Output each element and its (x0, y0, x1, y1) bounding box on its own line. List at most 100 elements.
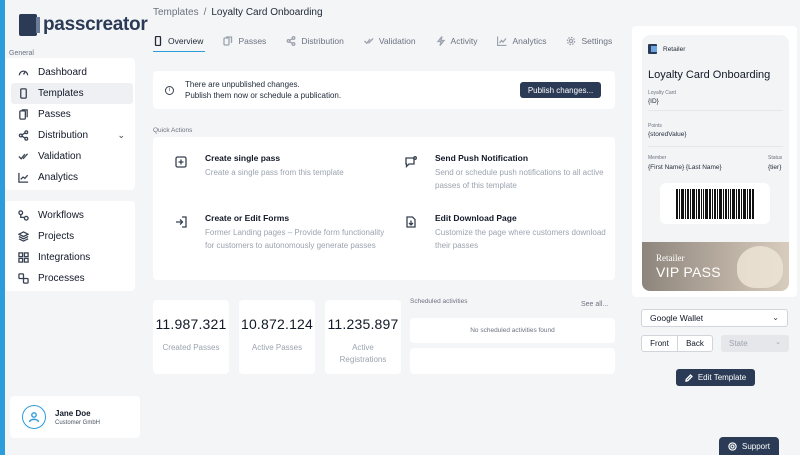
sidebar-item-templates[interactable]: Templates (11, 83, 133, 104)
strip-retailer-text: Retailer (656, 253, 685, 263)
login-icon (176, 216, 187, 228)
action-title: Create single pass (205, 153, 281, 163)
tab-label: Validation (378, 36, 416, 46)
pass-field-label: Loyalty Card (648, 90, 677, 96)
pass-member-value: {First Name} {Last Name} (648, 164, 722, 171)
stat-value: 11.987.321 (155, 316, 227, 332)
front-button[interactable]: Front (641, 335, 678, 352)
publish-changes-button[interactable]: Publish changes... (520, 82, 601, 98)
chevron-down-icon: ⌄ (772, 313, 779, 322)
tab-activity[interactable]: Activity (436, 30, 498, 52)
tab-label: Distribution (301, 36, 344, 46)
brand[interactable]: passcreator (19, 12, 148, 38)
breadcrumb: Templates / Loyalty Card Onboarding (153, 7, 323, 18)
stat-label: Active Passes (251, 343, 303, 352)
tab-passes[interactable]: Passes (223, 30, 286, 52)
strip-vip-text: VIP PASS (656, 264, 721, 280)
quick-actions-card: Create single pass Create a single pass … (153, 137, 615, 280)
tab-label: Overview (168, 36, 204, 46)
sidebar-item-projects[interactable]: Projects (11, 226, 133, 247)
support-button[interactable]: Support (719, 437, 779, 455)
pass-status-label: Status (768, 155, 783, 161)
action-description: Former Landing pages – Provide form func… (205, 228, 385, 250)
action-description: Customize the page where customers downl… (435, 228, 606, 250)
nav-group-main: Dashboard Templates Passes Distribution … (5, 58, 135, 190)
sidebar-item-dashboard[interactable]: Dashboard (11, 62, 133, 83)
strip-decoration (737, 246, 783, 288)
sidebar-item-label: Dashboard (38, 67, 87, 78)
scheduled-activities-label: Scheduled activities (410, 298, 468, 305)
tab-label: Settings (581, 36, 613, 46)
tab-settings[interactable]: Settings (566, 30, 632, 52)
pass-strip-image: Retailer VIP PASS (642, 242, 789, 291)
info-icon: i (165, 85, 174, 95)
stat-value: 11.235.897 (327, 316, 399, 332)
chat-bubble-icon (405, 156, 417, 169)
tab-distribution[interactable]: Distribution (286, 30, 364, 52)
pass-divider (648, 110, 783, 111)
passes-icon (223, 36, 233, 46)
pass-title: Loyalty Card Onboarding (648, 69, 771, 81)
lightning-icon (436, 36, 445, 46)
scheduled-activities-placeholder (410, 348, 615, 374)
edit-template-button[interactable]: Edit Template (676, 369, 755, 386)
chevron-down-icon[interactable]: ⌄ (117, 130, 125, 141)
pass-field-value: {ID} (648, 98, 659, 105)
lifebuoy-icon (728, 441, 737, 451)
action-description: Send or schedule push notifications to a… (435, 168, 604, 190)
grid-icon (18, 252, 29, 263)
retailer-logo-icon (648, 44, 657, 54)
user-icon (28, 412, 40, 423)
plus-box-icon (175, 156, 187, 168)
pencil-icon (684, 373, 693, 382)
sidebar-item-distribution[interactable]: Distribution ⌄ (11, 125, 133, 146)
sidebar-item-analytics[interactable]: Analytics (11, 167, 133, 188)
sidebar-item-validation[interactable]: Validation (11, 146, 133, 167)
action-title: Create or Edit Forms (205, 213, 290, 223)
pass-field-value: {storedValue} (648, 131, 687, 138)
sidebar-item-integrations[interactable]: Integrations (11, 247, 133, 268)
sidebar-item-workflows[interactable]: Workflows (11, 205, 133, 226)
pass-status-value: {tier} (768, 164, 782, 171)
avatar (22, 405, 46, 429)
stat-label: Active Registrations (339, 343, 387, 364)
chevron-down-icon: ⌄ (775, 339, 781, 346)
sidebar-item-label: Workflows (38, 210, 84, 221)
sidebar-item-label: Validation (38, 151, 82, 162)
see-all-link[interactable]: See all... (581, 301, 608, 308)
tab-analytics[interactable]: Analytics (497, 30, 566, 52)
state-select[interactable]: State ⌄ (721, 335, 789, 352)
sidebar-item-processes[interactable]: Processes (11, 268, 133, 289)
brand-logo-icon (19, 14, 40, 36)
breadcrumb-parent[interactable]: Templates (153, 7, 199, 18)
user-card[interactable]: Jane Doe Customer GmbH (10, 396, 140, 438)
gauge-icon (18, 70, 29, 76)
stat-value: 10.872.124 (240, 316, 314, 332)
workflow-icon (18, 210, 29, 221)
quick-actions-label: Quick Actions (153, 127, 193, 134)
phone-icon (20, 88, 27, 99)
chart-icon (497, 36, 507, 46)
tab-label: Analytics (512, 36, 547, 46)
stat-active-passes: 10.872.124 Active Passes (239, 300, 315, 374)
sidebar-item-label: Projects (38, 231, 75, 242)
tab-overview[interactable]: Overview (153, 30, 223, 52)
banner-line-1: There are unpublished changes. (185, 80, 300, 89)
sidebar-item-passes[interactable]: Passes (11, 104, 133, 125)
chart-icon (18, 172, 29, 183)
sidebar-item-label: Templates (38, 88, 84, 99)
barcode (660, 183, 770, 224)
user-name: Jane Doe (55, 408, 91, 418)
download-file-icon (406, 216, 416, 228)
pass-divider (648, 146, 783, 147)
sidebar-item-label: Distribution (38, 130, 89, 141)
back-button[interactable]: Back (677, 335, 713, 352)
stat-active-registrations: 11.235.897 Active Registrations (325, 300, 401, 374)
action-description: Create a single pass from this template (205, 168, 344, 177)
unpublished-changes-banner: i There are unpublished changes. Publish… (153, 71, 615, 109)
tab-label: Activity (450, 36, 478, 46)
pass-field-label: Points (648, 123, 662, 129)
tab-validation[interactable]: Validation (363, 30, 436, 52)
wallet-select[interactable]: Google Wallet ⌄ (641, 309, 788, 327)
gear-icon (567, 36, 576, 46)
